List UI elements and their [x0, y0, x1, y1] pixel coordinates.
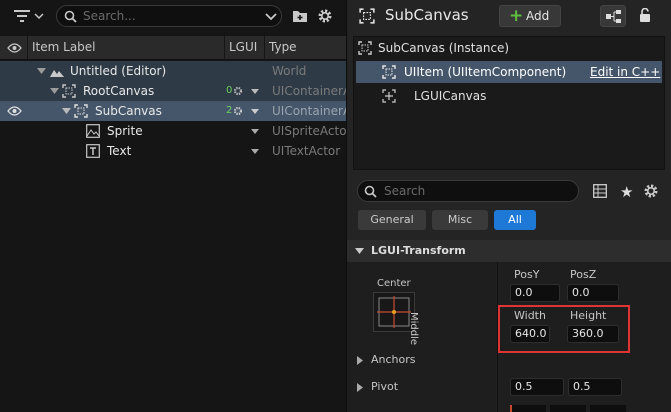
size-highlight-box: [498, 305, 630, 353]
expand-arrow-icon[interactable]: [50, 88, 59, 94]
row-label: Untitled (Editor): [70, 64, 167, 78]
hierarchy-icon: [606, 10, 621, 23]
pivot-y-input[interactable]: 0.5: [568, 378, 622, 396]
ui-container-icon: [382, 65, 396, 79]
expand-arrow-icon[interactable]: [37, 68, 46, 74]
edit-in-cpp-link[interactable]: Edit in C++: [590, 65, 660, 79]
add-label: Add: [526, 9, 550, 23]
lgui-count: 0: [226, 85, 233, 96]
details-title: SubCanvas: [385, 6, 469, 24]
posz-input[interactable]: 0.0: [567, 284, 619, 302]
outliner-row-rootcanvas[interactable]: RootCanvas 0 UIContainerA: [0, 81, 351, 101]
outliner-search-input[interactable]: Search...: [56, 5, 282, 27]
expand-arrow-right-icon: [357, 356, 363, 365]
search-icon: [364, 185, 377, 198]
anchors-row[interactable]: Anchors: [347, 350, 497, 370]
outliner-search-placeholder: Search...: [83, 9, 136, 23]
eye-icon[interactable]: [7, 106, 22, 116]
anchor-top-label: Center: [377, 278, 411, 289]
search-icon: [64, 10, 77, 23]
tab-misc[interactable]: Misc: [432, 210, 488, 230]
canvas-icon: [382, 89, 396, 103]
blueprint-button[interactable]: [600, 5, 626, 27]
add-folder-icon[interactable]: [292, 9, 308, 26]
pivot-row[interactable]: Pivot: [347, 377, 497, 397]
lgui-count: 2: [226, 105, 233, 116]
row-label: RootCanvas: [83, 84, 155, 98]
pivot-label: Pivot: [371, 380, 399, 393]
posy-input[interactable]: 0.0: [510, 284, 560, 302]
component-row-uiitem[interactable]: UIItem (UIItemComponent) Edit in C++: [356, 61, 662, 83]
column-type[interactable]: Type: [269, 40, 297, 54]
anchor-crosshair-icon: [377, 296, 411, 328]
outliner-header: Item Label LGUI Type: [0, 36, 346, 60]
outliner-panel: Search... Item Label LGUI Type Untitled …: [0, 0, 351, 412]
ui-container-icon: [359, 8, 375, 24]
eye-icon[interactable]: [7, 43, 22, 53]
component-row-lguicanvas[interactable]: LGUICanvas: [354, 85, 664, 107]
tab-all[interactable]: All: [494, 210, 536, 230]
outliner-row-subcanvas[interactable]: SubCanvas 2 UIContainerA: [0, 101, 351, 121]
details-panel: SubCanvas + Add SubCanvas (Instance) UII…: [347, 0, 671, 412]
row-type: UIContainerA: [272, 104, 352, 118]
dropdown-arrow-icon[interactable]: [251, 89, 259, 94]
section-lgui-transform[interactable]: LGUI-Transform: [347, 240, 671, 262]
column-lgui[interactable]: LGUI: [229, 40, 257, 54]
outliner-row-text[interactable]: Text UITextActor: [0, 141, 346, 161]
star-icon[interactable]: ★: [620, 183, 633, 201]
anchor-preset-widget[interactable]: Center Middle: [371, 276, 449, 345]
dropdown-arrow-icon[interactable]: [251, 109, 259, 114]
component-label: UIItem (UIItemComponent): [404, 65, 567, 79]
tab-general[interactable]: General: [358, 210, 426, 230]
component-label: SubCanvas (Instance): [378, 41, 510, 55]
posz-label: PosZ: [570, 268, 597, 281]
details-search-input[interactable]: Search: [357, 180, 579, 202]
outliner-row-world[interactable]: Untitled (Editor) World: [0, 61, 346, 81]
expand-arrow-icon[interactable]: [62, 108, 71, 114]
component-row-instance[interactable]: SubCanvas (Instance): [354, 37, 664, 59]
dropdown-arrow-icon[interactable]: [251, 129, 259, 134]
lock-icon[interactable]: [639, 7, 651, 25]
row-type: UISpriteActo: [272, 124, 347, 138]
text-icon: [86, 144, 100, 158]
section-title: LGUI-Transform: [371, 244, 466, 257]
row-type: UIContainerA: [272, 84, 352, 98]
plus-icon: +: [509, 6, 524, 26]
expand-arrow-right-icon: [357, 383, 363, 392]
dropdown-arrow-icon[interactable]: [251, 149, 259, 154]
row-label: Sprite: [107, 124, 143, 138]
component-label: LGUICanvas: [414, 89, 487, 103]
pivot-x-input[interactable]: 0.5: [510, 378, 564, 396]
gear-small-icon: [233, 86, 243, 96]
filter-icon[interactable]: [14, 10, 44, 27]
partial-next-row: [510, 405, 660, 412]
collapse-arrow-icon: [355, 248, 364, 254]
sprite-icon: [86, 124, 100, 138]
gear-small-icon: [233, 106, 243, 116]
anchor-side-label: Middle: [408, 312, 419, 346]
table-view-icon[interactable]: [593, 184, 607, 201]
ui-container-icon: [74, 104, 88, 118]
gear-icon[interactable]: [317, 8, 333, 27]
row-label: Text: [107, 144, 132, 158]
world-icon: [50, 70, 64, 77]
outliner-row-sprite[interactable]: Sprite UISpriteActo: [0, 121, 347, 141]
row-type: UITextActor: [272, 144, 341, 158]
anchors-label: Anchors: [371, 353, 416, 366]
chevron-down-icon[interactable]: [265, 13, 277, 21]
ui-container-icon: [358, 41, 372, 55]
gear-icon[interactable]: [643, 183, 659, 202]
add-component-button[interactable]: + Add: [499, 5, 561, 27]
posy-label: PosY: [514, 268, 540, 281]
component-tree: SubCanvas (Instance) UIItem (UIItemCompo…: [353, 36, 665, 170]
row-label: SubCanvas: [95, 104, 162, 118]
ui-container-icon: [62, 84, 76, 98]
row-type: World: [272, 64, 307, 78]
column-item-label[interactable]: Item Label: [32, 40, 96, 54]
details-search-placeholder: Search: [384, 184, 426, 198]
